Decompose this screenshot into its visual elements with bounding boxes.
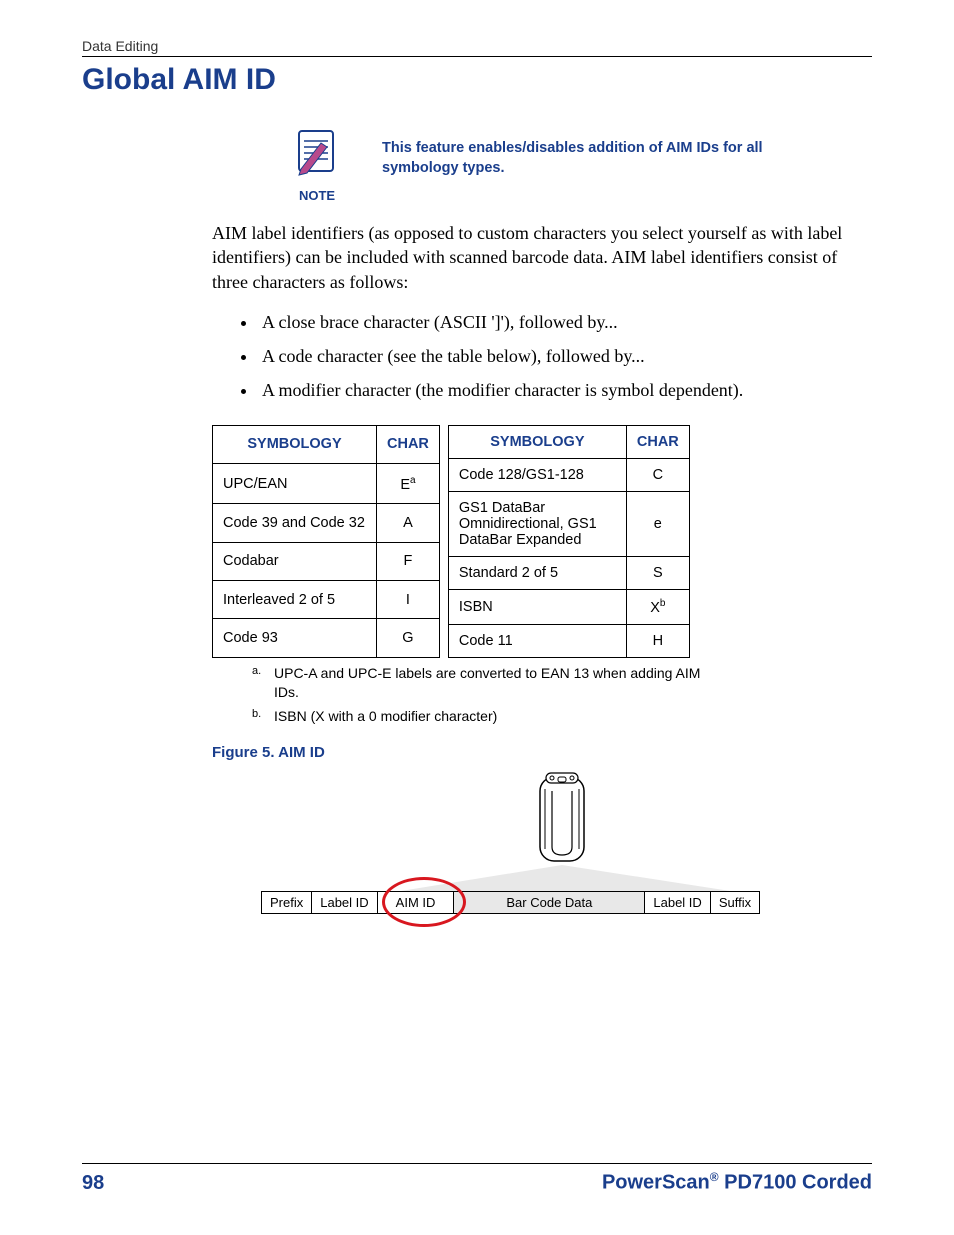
cell-char: C — [626, 458, 689, 491]
cell-sym: Codabar — [213, 542, 377, 580]
cell-sym: GS1 DataBar Omnidirectional, GS1 DataBar… — [448, 491, 626, 556]
cell-sym: Code 11 — [448, 624, 626, 657]
footnote-text: UPC-A and UPC-E labels are converted to … — [274, 664, 722, 702]
symbology-table-right: SYMBOLOGY CHAR Code 128/GS1-128C GS1 Dat… — [448, 425, 690, 658]
th-char: CHAR — [377, 425, 440, 463]
footnote: a. UPC-A and UPC-E labels are converted … — [252, 664, 722, 702]
symbology-table-left: SYMBOLOGY CHAR UPC/EANEa Code 39 and Cod… — [212, 425, 440, 658]
note-icon-column: NOTE — [282, 125, 352, 203]
cell-char: e — [626, 491, 689, 556]
segment-label-id-2: Label ID — [644, 891, 710, 914]
page-title: Global AIM ID — [82, 63, 872, 97]
bullet-list: A close brace character (ASCII ']'), fol… — [258, 310, 872, 403]
note-text: This feature enables/disables addition o… — [382, 125, 832, 178]
note-label: NOTE — [299, 188, 335, 203]
header-rule — [82, 56, 872, 57]
footnote-mark: b. — [252, 707, 268, 726]
segment-aim-id: AIM ID — [377, 891, 455, 914]
segment-prefix: Prefix — [261, 891, 312, 914]
th-symbology: SYMBOLOGY — [213, 425, 377, 463]
product-name: PowerScan® PD7100 Corded — [602, 1170, 872, 1195]
figure-caption: Figure 5. AIM ID — [212, 744, 872, 761]
note-block: NOTE This feature enables/disables addit… — [282, 125, 872, 203]
figure-aim-id: Prefix Label ID AIM ID Bar Code Data Lab… — [262, 769, 872, 939]
cell-char: Ea — [377, 464, 440, 504]
cell-sym: Code 39 and Code 32 — [213, 504, 377, 542]
footer-rule — [82, 1163, 872, 1164]
th-char: CHAR — [626, 425, 689, 458]
cell-sym: UPC/EAN — [213, 464, 377, 504]
page-number: 98 — [82, 1172, 104, 1195]
cell-char: Xb — [626, 589, 689, 624]
section-header: Data Editing — [82, 38, 872, 54]
table-footnotes: a. UPC-A and UPC-E labels are converted … — [252, 664, 722, 727]
cell-char: I — [377, 581, 440, 619]
list-item: A code character (see the table below), … — [258, 344, 872, 368]
symbology-tables: SYMBOLOGY CHAR UPC/EANEa Code 39 and Cod… — [212, 425, 872, 658]
cell-char: S — [626, 556, 689, 589]
footnote: b. ISBN (X with a 0 modifier character) — [252, 707, 722, 726]
note-icon — [291, 125, 343, 182]
page-footer: 98 PowerScan® PD7100 Corded — [82, 1163, 872, 1195]
cell-char: A — [377, 504, 440, 542]
data-segment-row: Prefix Label ID AIM ID Bar Code Data Lab… — [262, 891, 760, 914]
footnote-mark: a. — [252, 664, 268, 702]
cell-char: H — [626, 624, 689, 657]
th-symbology: SYMBOLOGY — [448, 425, 626, 458]
segment-label-id-1: Label ID — [311, 891, 377, 914]
cell-sym: Standard 2 of 5 — [448, 556, 626, 589]
cell-sym: ISBN — [448, 589, 626, 624]
intro-paragraph: AIM label identifiers (as opposed to cus… — [212, 221, 872, 294]
segment-bar-code-data: Bar Code Data — [453, 891, 645, 914]
segment-suffix: Suffix — [710, 891, 760, 914]
list-item: A modifier character (the modifier chara… — [258, 378, 872, 402]
cell-sym: Code 128/GS1-128 — [448, 458, 626, 491]
cell-sym: Interleaved 2 of 5 — [213, 581, 377, 619]
cell-char: G — [377, 619, 440, 657]
footnote-text: ISBN (X with a 0 modifier character) — [274, 707, 497, 726]
scanner-icon — [522, 769, 602, 874]
cell-sym: Code 93 — [213, 619, 377, 657]
cell-char: F — [377, 542, 440, 580]
list-item: A close brace character (ASCII ']'), fol… — [258, 310, 872, 334]
